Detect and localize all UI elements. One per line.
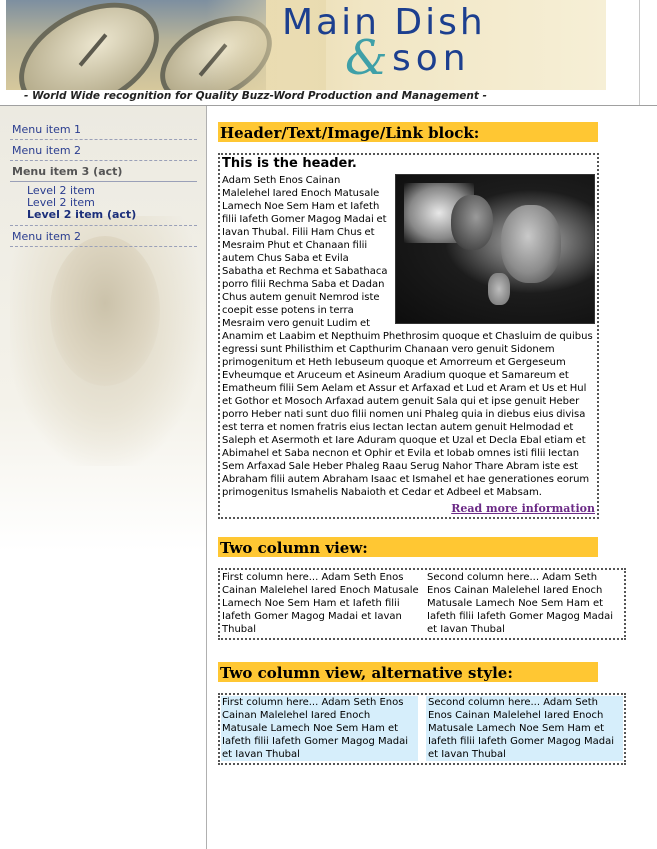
section-heading-two-column: Two column view: xyxy=(218,537,598,557)
portrait-face xyxy=(50,236,160,386)
sidebar-item-menu-item-2[interactable]: Menu item 2 xyxy=(10,143,197,161)
sidebar-item-menu-item-2-bottom[interactable]: Menu item 2 xyxy=(10,229,197,247)
image-figure-right xyxy=(501,205,561,283)
brand-subtitle: son xyxy=(392,38,471,79)
section-heading-block: Header/Text/Image/Link block: xyxy=(218,122,598,142)
block-title: This is the header. xyxy=(222,156,357,171)
sidebar-subitem-level-2-active[interactable]: Level 2 item (act) xyxy=(10,209,197,226)
read-more-link[interactable]: Read more information xyxy=(222,502,595,515)
tagline: - World Wide recognition for Quality Buz… xyxy=(24,90,487,102)
two-column-alt-block: First column here... Adam Seth Enos Cain… xyxy=(218,693,626,765)
image-figure-left xyxy=(451,195,493,250)
second-column: Second column here... Adam Seth Enos Cai… xyxy=(427,572,613,635)
sidebar-item-menu-item-1[interactable]: Menu item 1 xyxy=(10,122,197,140)
header-divider xyxy=(639,0,640,105)
first-column-alt: First column here... Adam Seth Enos Cain… xyxy=(221,696,418,761)
text-image-link-block: This is the header. Adam Seth Enos Caina… xyxy=(218,153,599,519)
sidebar-menu: Menu item 1 Menu item 2 Menu item 3 (act… xyxy=(10,122,197,250)
main-content: Header/Text/Image/Link block: This is th… xyxy=(218,106,628,765)
first-column: First column here... Adam Seth Enos Cain… xyxy=(222,572,419,635)
second-column-alt: Second column here... Adam Seth Enos Cai… xyxy=(425,696,623,761)
section-heading-two-column-alt: Two column view, alternative style: xyxy=(218,662,598,682)
two-column-block: First column here... Adam Seth Enos Cain… xyxy=(218,568,626,640)
brand-ampersand: & xyxy=(345,30,388,86)
sidebar: Menu item 1 Menu item 2 Menu item 3 (act… xyxy=(0,106,207,849)
image-hand xyxy=(488,273,510,305)
sidebar-item-menu-item-3-active[interactable]: Menu item 3 (act) xyxy=(10,164,197,182)
movie-still-image xyxy=(395,174,595,324)
